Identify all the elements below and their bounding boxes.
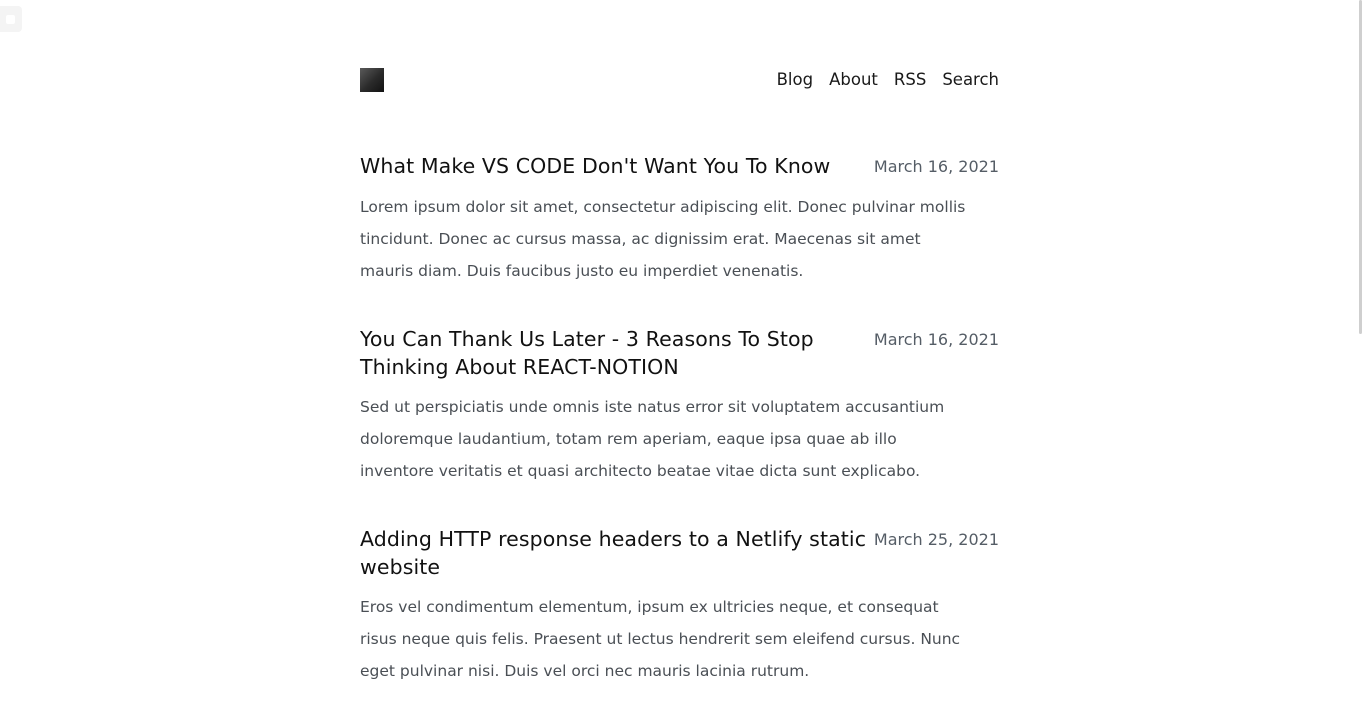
post-title[interactable]: Adding HTTP response headers to a Netlif… — [360, 525, 874, 581]
post-list: What Make VS CODE Don't Want You To Know… — [360, 120, 999, 687]
post-title[interactable]: You Can Thank Us Later - 3 Reasons To St… — [360, 325, 874, 381]
post-date: March 16, 2021 — [873, 330, 999, 349]
nav-link-rss[interactable]: RSS — [894, 68, 926, 92]
main-nav: Blog About RSS Search — [777, 68, 999, 92]
corner-widget-icon — [6, 15, 15, 24]
post-excerpt: Sed ut perspiciatis unde omnis iste natu… — [360, 398, 945, 480]
post-date: March 16, 2021 — [873, 157, 999, 176]
post-header: Adding HTTP response headers to a Netlif… — [360, 525, 999, 581]
post-header: What Make VS CODE Don't Want You To Know… — [360, 152, 999, 181]
scrollbar-thumb[interactable] — [1359, 0, 1362, 334]
post-title[interactable]: What Make VS CODE Don't Want You To Know — [360, 152, 874, 180]
post-date: March 25, 2021 — [873, 530, 999, 549]
post-header: You Can Thank Us Later - 3 Reasons To St… — [360, 325, 999, 381]
corner-widget[interactable] — [0, 6, 22, 32]
nav-link-about[interactable]: About — [829, 68, 878, 92]
page-container: Blog About RSS Search What Make VS CODE … — [360, 0, 999, 725]
site-logo[interactable] — [360, 68, 384, 92]
post-item: What Make VS CODE Don't Want You To Know… — [360, 152, 999, 287]
nav-link-blog[interactable]: Blog — [777, 68, 813, 92]
nav-link-search[interactable]: Search — [942, 68, 999, 92]
post-item: You Can Thank Us Later - 3 Reasons To St… — [360, 325, 999, 487]
post-item: Adding HTTP response headers to a Netlif… — [360, 525, 999, 687]
scrollbar[interactable] — [1356, 0, 1363, 696]
post-excerpt: Lorem ipsum dolor sit amet, consectetur … — [360, 198, 966, 280]
post-excerpt: Eros vel condimentum elementum, ipsum ex… — [360, 598, 961, 680]
site-header: Blog About RSS Search — [360, 0, 999, 120]
